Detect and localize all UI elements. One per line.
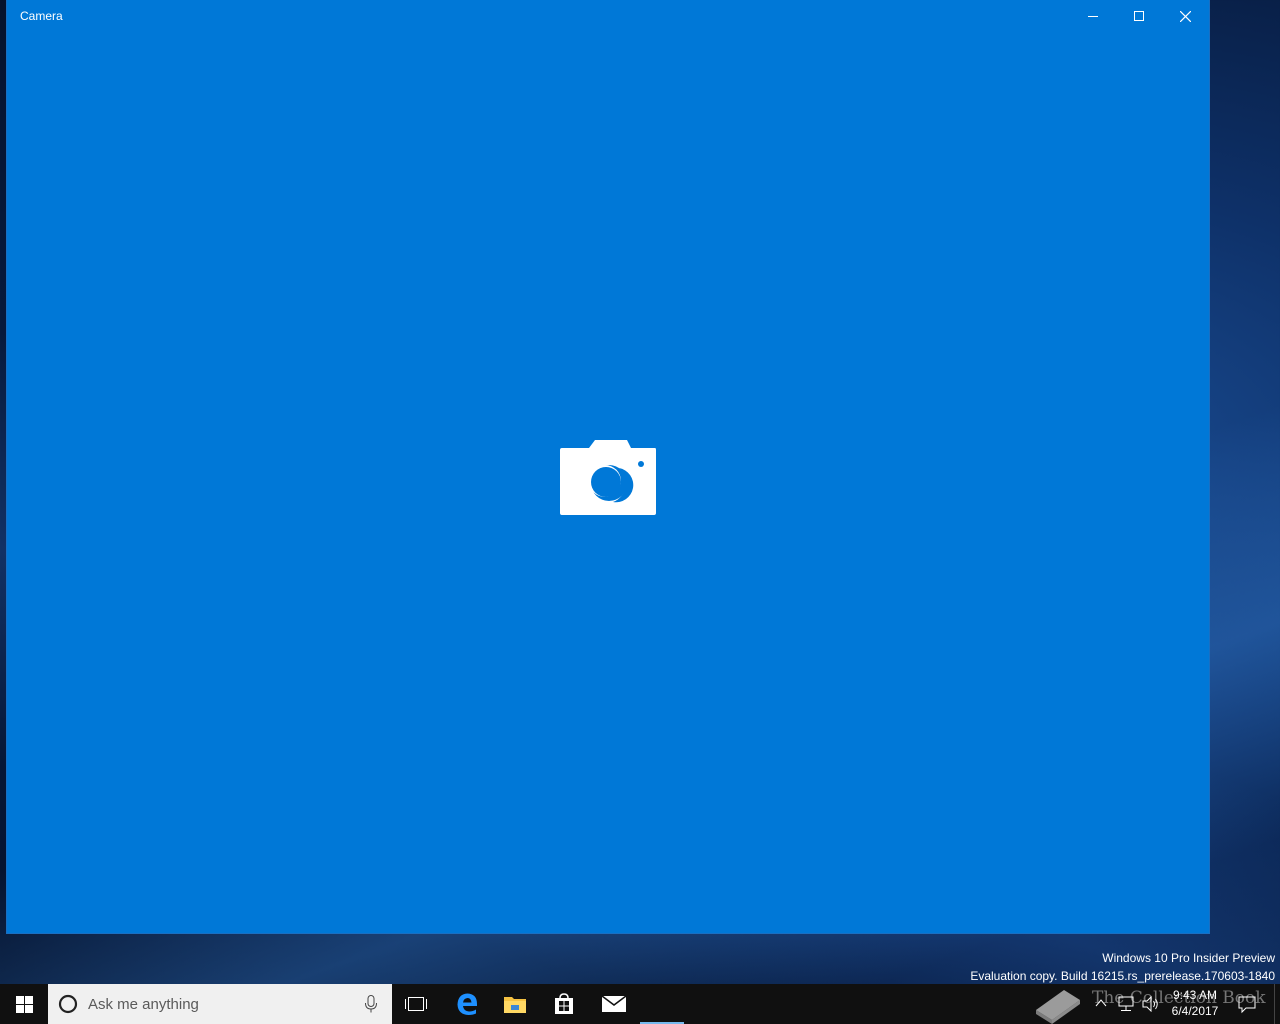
store-button[interactable] <box>540 984 588 1024</box>
camera-taskbar-button[interactable] <box>638 984 686 1024</box>
network-icon[interactable] <box>1117 996 1135 1012</box>
task-view-icon <box>405 997 427 1011</box>
search-placeholder: Ask me anything <box>88 996 199 1013</box>
clock-time: 9:43 AM <box>1172 988 1218 1002</box>
edge-button[interactable] <box>443 984 491 1024</box>
chevron-up-icon[interactable] <box>1094 996 1108 1010</box>
camera-icon <box>560 440 656 515</box>
task-view-button[interactable] <box>392 984 440 1024</box>
book-logo-icon <box>1036 990 1080 1024</box>
action-center-icon[interactable] <box>1237 994 1257 1014</box>
edge-icon <box>457 993 477 1015</box>
folder-icon <box>504 997 526 1013</box>
close-button[interactable] <box>1162 0 1208 32</box>
maximize-button[interactable] <box>1116 0 1162 32</box>
mail-button[interactable] <box>590 984 638 1024</box>
title-bar[interactable]: Camera <box>7 0 1209 32</box>
minimize-button[interactable] <box>1070 0 1116 32</box>
taskbar: Ask me anything The Collection Book 9:43… <box>0 984 1280 1024</box>
store-icon <box>555 993 573 1014</box>
evaluation-watermark: Windows 10 Pro Insider Preview Evaluatio… <box>970 949 1275 985</box>
watermark-edition: Windows 10 Pro Insider Preview <box>1102 951 1275 965</box>
mail-icon <box>601 995 627 1012</box>
close-icon <box>1179 10 1191 22</box>
clock-date: 6/4/2017 <box>1171 1004 1219 1018</box>
minimize-icon <box>1088 16 1098 17</box>
maximize-icon <box>1134 11 1144 21</box>
start-button[interactable] <box>0 984 48 1024</box>
search-box[interactable]: Ask me anything <box>48 984 392 1024</box>
file-explorer-button[interactable] <box>491 984 539 1024</box>
watermark-build: Evaluation copy. Build 16215.rs_prerelea… <box>970 969 1275 983</box>
show-desktop-button[interactable] <box>1274 984 1280 1024</box>
window-title: Camera <box>20 9 63 23</box>
microphone-icon[interactable] <box>364 995 378 1013</box>
volume-icon[interactable] <box>1142 996 1160 1012</box>
system-clock[interactable]: 9:43 AM 6/4/2017 <box>1166 987 1224 1019</box>
cortana-icon <box>58 994 78 1014</box>
camera-window: Camera <box>7 0 1209 933</box>
windows-logo-icon <box>15 995 33 1013</box>
